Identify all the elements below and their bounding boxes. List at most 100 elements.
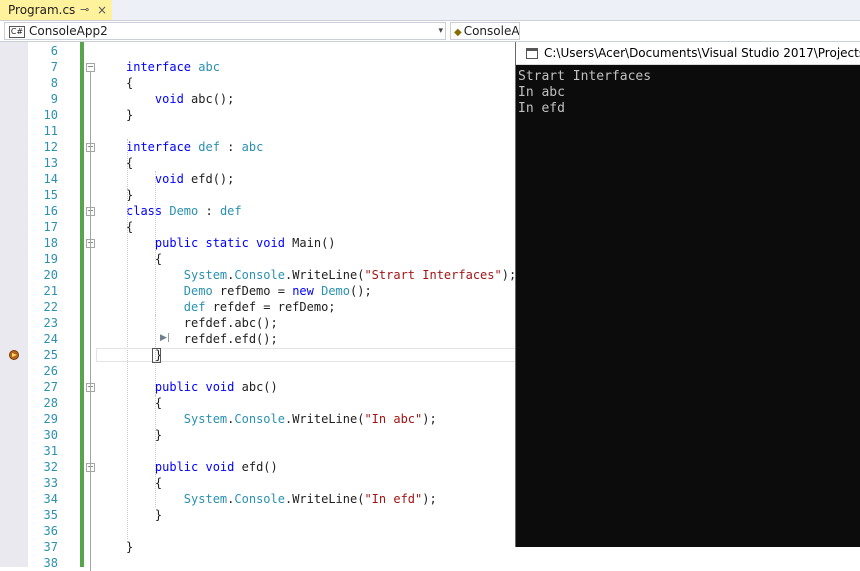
code-line[interactable]: 10}: [0, 107, 516, 123]
code-line[interactable]: 23 refdef.abc();: [0, 315, 516, 331]
code-line[interactable]: 36: [0, 523, 516, 539]
code-text: interface def : abc: [126, 139, 263, 155]
code-line[interactable]: 22 def refdef = refDemo;: [0, 299, 516, 315]
keyword-token: interface: [126, 60, 192, 74]
line-number: 36: [43, 524, 58, 538]
code-line[interactable]: 27 public void abc()−: [0, 379, 516, 395]
console-window[interactable]: C:\Users\Acer\Documents\Visual Studio 20…: [516, 42, 860, 547]
code-token: {: [126, 252, 163, 266]
code-line[interactable]: 12interface def : abc−: [0, 139, 516, 155]
code-token: refdef.efd();: [126, 332, 278, 346]
code-line[interactable]: 34 System.Console.WriteLine("In efd");: [0, 491, 516, 507]
line-number: 15: [43, 188, 58, 202]
line-number: 19: [43, 252, 58, 266]
console-line: Strart Interfaces: [518, 69, 652, 84]
console-line: In efd: [518, 101, 565, 116]
code-line[interactable]: 15}: [0, 187, 516, 203]
line-number: 34: [43, 492, 58, 506]
line-number: 38: [43, 556, 58, 570]
string-token: "Strart Interfaces": [364, 268, 502, 282]
code-line[interactable]: 9 void abc();: [0, 91, 516, 107]
code-line[interactable]: 32 public void efd()−: [0, 459, 516, 475]
code-text: }: [126, 507, 162, 523]
code-line[interactable]: 14 void efd();: [0, 171, 516, 187]
code-line[interactable]: 33 {: [0, 475, 516, 491]
code-token: refDemo =: [212, 284, 293, 298]
code-line[interactable]: 26: [0, 363, 516, 379]
code-text: void abc();: [126, 91, 234, 107]
code-token: ();: [350, 284, 372, 298]
keyword-token: void: [154, 172, 184, 186]
code-token: refdef.abc();: [126, 316, 278, 330]
code-line[interactable]: 31: [0, 443, 516, 459]
code-line[interactable]: 8{: [0, 75, 516, 91]
code-line[interactable]: 24 refdef.efd();: [0, 331, 516, 347]
type-token: def: [198, 140, 220, 154]
code-line[interactable]: 29 System.Console.WriteLine("In abc");: [0, 411, 516, 427]
run-to-click-icon[interactable]: ▶|: [160, 333, 170, 343]
code-token: .WriteLine(: [284, 492, 365, 506]
code-line[interactable]: 11: [0, 123, 516, 139]
console-line: In abc: [518, 85, 565, 100]
code-text: public void abc(): [126, 379, 278, 395]
navigation-bar: C# ConsoleApp2 ▾ ◆ConsoleApp2.Demo: [0, 20, 860, 42]
code-text: public void efd(): [126, 459, 278, 475]
keyword-token: public void: [154, 460, 235, 474]
code-token: {: [126, 476, 163, 490]
code-token: abc();: [183, 92, 235, 106]
code-token: .WriteLine(: [284, 268, 365, 282]
line-number: 32: [43, 460, 58, 474]
keyword-token: new: [292, 284, 314, 298]
code-text: System.Console.WriteLine("In efd");: [126, 491, 437, 507]
type-dropdown[interactable]: ◆ConsoleApp2.Demo: [450, 22, 520, 40]
string-token: "In efd": [364, 492, 423, 506]
code-text: {: [126, 475, 162, 491]
code-line[interactable]: 30 }: [0, 427, 516, 443]
pin-icon[interactable]: ⊸: [80, 0, 89, 20]
code-token: }: [126, 540, 134, 554]
string-token: "In abc": [364, 412, 423, 426]
close-icon[interactable]: ×: [97, 0, 107, 20]
chevron-down-icon[interactable]: ▾: [438, 23, 443, 39]
code-line[interactable]: 17{: [0, 219, 516, 235]
csharp-project-icon: C#: [9, 26, 25, 38]
project-dropdown[interactable]: C# ConsoleApp2 ▾: [4, 22, 446, 40]
brace-match-box: [152, 348, 161, 363]
console-app-icon: [526, 48, 538, 59]
keyword-token: public void: [154, 380, 235, 394]
code-line[interactable]: 13{: [0, 155, 516, 171]
code-line[interactable]: 19 {: [0, 251, 516, 267]
code-text: System.Console.WriteLine("Strart Interfa…: [126, 267, 516, 283]
code-line[interactable]: 6: [0, 43, 516, 59]
execution-pointer-icon[interactable]: [9, 350, 19, 360]
keyword-token: void: [154, 92, 184, 106]
line-number: 37: [43, 540, 58, 554]
code-text: System.Console.WriteLine("In abc");: [126, 411, 437, 427]
code-line[interactable]: 7 interface abc −: [0, 59, 516, 75]
code-line[interactable]: 16class Demo : def−: [0, 203, 516, 219]
code-line[interactable]: 18 public static void Main()−: [0, 235, 516, 251]
code-line[interactable]: 38: [0, 555, 516, 571]
code-line[interactable]: 20 System.Console.WriteLine("Strart Inte…: [0, 267, 517, 283]
type-token: System: [183, 492, 228, 506]
line-number: 13: [43, 156, 58, 170]
console-title-bar[interactable]: C:\Users\Acer\Documents\Visual Studio 20…: [516, 42, 860, 65]
type-token: abc: [241, 140, 264, 154]
code-line[interactable]: 37}: [0, 539, 516, 555]
code-line[interactable]: 35 }: [0, 507, 516, 523]
code-line[interactable]: 28 {: [0, 395, 516, 411]
line-number: 27: [43, 380, 58, 394]
code-editor[interactable]: 6 7 interface abc −8{9 void abc(); 10} 11 12 in…: [0, 42, 517, 571]
collapse-icon[interactable]: −: [86, 63, 95, 72]
code-text: interface abc: [126, 59, 220, 75]
code-text: {: [126, 75, 133, 91]
code-text: void efd();: [126, 171, 234, 187]
code-line[interactable]: 21 Demo refDemo = new Demo();: [0, 283, 516, 299]
tab-program-cs[interactable]: Program.cs ⊸ ×: [0, 0, 112, 20]
type-name: ConsoleApp2.Demo: [463, 24, 520, 38]
code-token: refdef = refDemo;: [205, 300, 336, 314]
code-text: {: [126, 251, 162, 267]
